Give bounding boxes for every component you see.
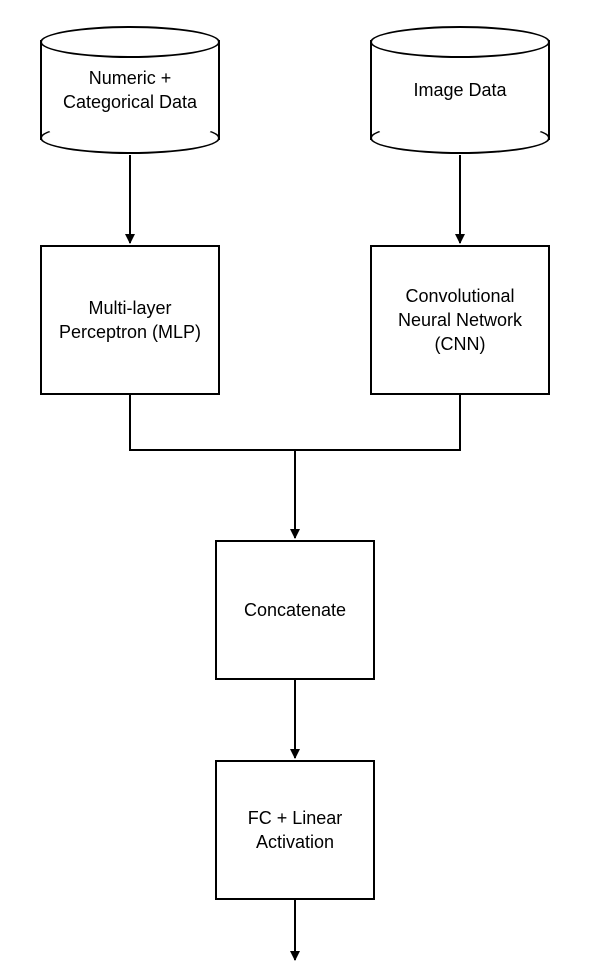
merge-path xyxy=(130,395,460,450)
model-cnn-label: Convolutional Neural Network (CNN) xyxy=(380,284,540,357)
concatenate-label: Concatenate xyxy=(244,598,346,622)
data-source-image-label: Image Data xyxy=(413,78,506,102)
fc-output-block: FC + Linear Activation xyxy=(215,760,375,900)
fc-output-label: FC + Linear Activation xyxy=(225,806,365,855)
model-mlp-label: Multi-layer Perceptron (MLP) xyxy=(50,296,210,345)
data-source-tabular-label: Numeric + Categorical Data xyxy=(50,66,210,115)
data-source-image: Image Data xyxy=(370,40,550,140)
concatenate-block: Concatenate xyxy=(215,540,375,680)
model-mlp: Multi-layer Perceptron (MLP) xyxy=(40,245,220,395)
data-source-tabular: Numeric + Categorical Data xyxy=(40,40,220,140)
model-cnn: Convolutional Neural Network (CNN) xyxy=(370,245,550,395)
